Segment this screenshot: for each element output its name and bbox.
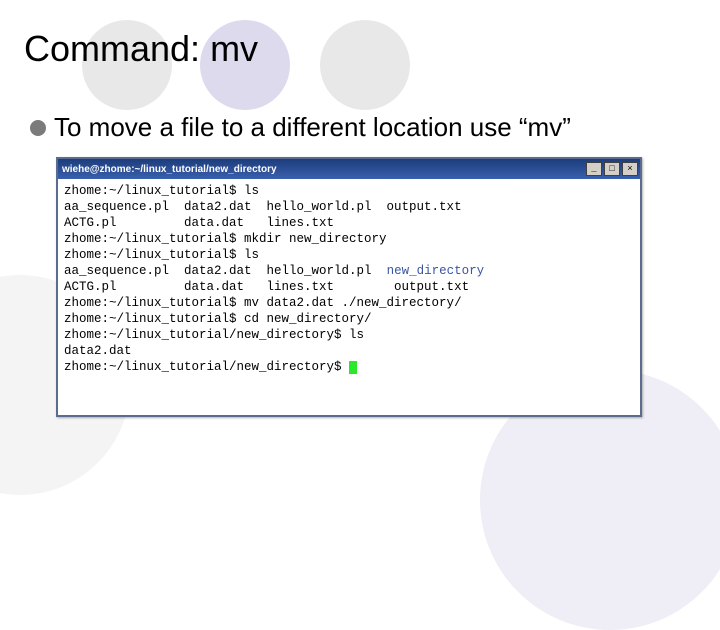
maximize-icon[interactable]: □ [604, 162, 620, 176]
cursor-icon [349, 361, 357, 374]
terminal-line: ACTG.pl data.dat lines.txt [64, 215, 634, 231]
slide-title: Command: mv [24, 28, 696, 70]
terminal-line: zhome:~/linux_tutorial/new_directory$ [64, 359, 634, 375]
terminal-line: zhome:~/linux_tutorial$ ls [64, 247, 634, 263]
terminal-line: zhome:~/linux_tutorial$ mkdir new_direct… [64, 231, 634, 247]
terminal-line: ACTG.pl data.dat lines.txt output.txt [64, 279, 634, 295]
bullet-icon [30, 120, 46, 136]
terminal-body: zhome:~/linux_tutorial$ lsaa_sequence.pl… [58, 179, 640, 415]
window-controls: _ □ × [586, 162, 638, 176]
terminal-line: zhome:~/linux_tutorial/new_directory$ ls [64, 327, 634, 343]
close-icon[interactable]: × [622, 162, 638, 176]
terminal-line: zhome:~/linux_tutorial$ mv data2.dat ./n… [64, 295, 634, 311]
terminal-line: data2.dat [64, 343, 634, 359]
terminal-titlebar: wiehe@zhome:~/linux_tutorial/new_directo… [58, 159, 640, 179]
bullet-item: To move a file to a different location u… [30, 112, 696, 143]
terminal-line: aa_sequence.pl data2.dat hello_world.pl … [64, 199, 634, 215]
terminal-line: aa_sequence.pl data2.dat hello_world.pl … [64, 263, 634, 279]
terminal-title: wiehe@zhome:~/linux_tutorial/new_directo… [62, 164, 277, 175]
terminal-window: wiehe@zhome:~/linux_tutorial/new_directo… [56, 157, 642, 417]
terminal-line: zhome:~/linux_tutorial$ ls [64, 183, 634, 199]
minimize-icon[interactable]: _ [586, 162, 602, 176]
terminal-line: zhome:~/linux_tutorial$ cd new_directory… [64, 311, 634, 327]
bullet-text: To move a file to a different location u… [54, 112, 571, 143]
